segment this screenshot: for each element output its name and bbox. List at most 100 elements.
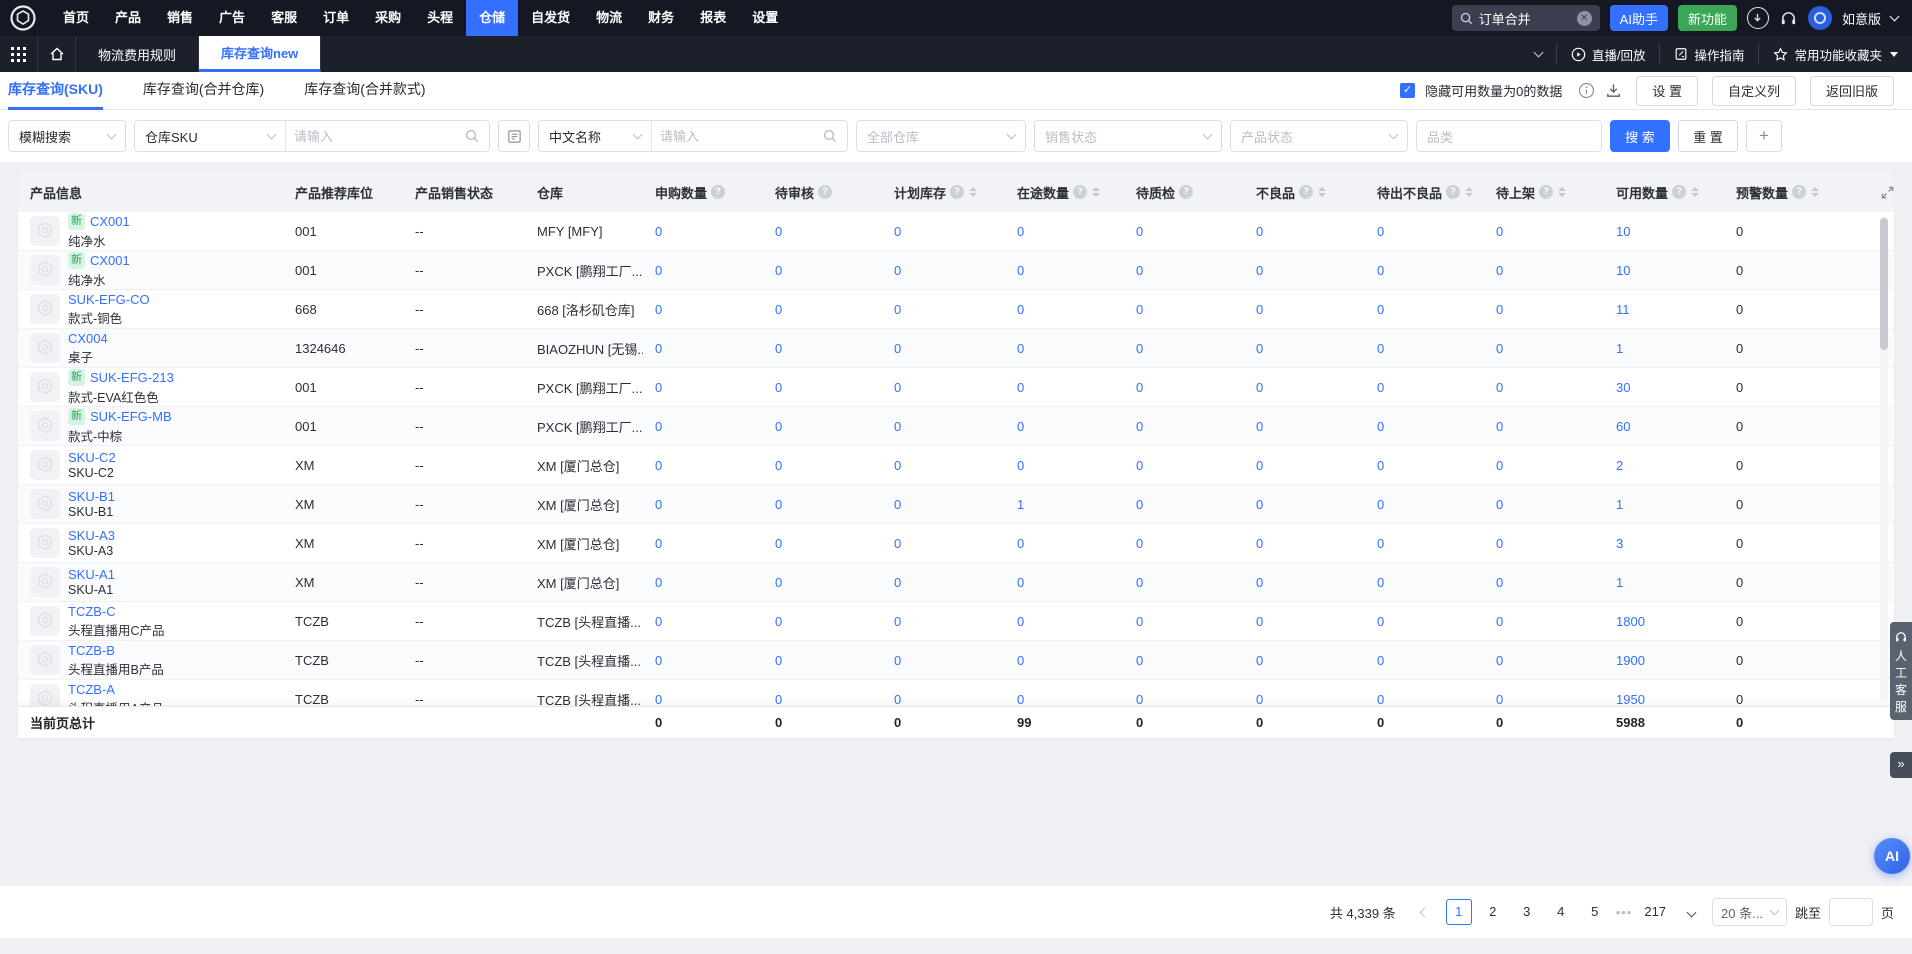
fuzzy-mode-select[interactable]: 模糊搜索 [8, 120, 126, 152]
quantity-link[interactable]: 0 [775, 536, 782, 551]
quantity-link[interactable]: 0 [1496, 458, 1503, 473]
quantity-link[interactable]: 0 [775, 302, 782, 317]
quantity-link[interactable]: 1 [1017, 497, 1024, 512]
quantity-link[interactable]: 0 [1136, 419, 1143, 434]
quantity-link[interactable]: 0 [1256, 302, 1263, 317]
quantity-link[interactable]: 0 [1017, 536, 1024, 551]
quantity-link[interactable]: 1 [1616, 497, 1623, 512]
quantity-link[interactable]: 1900 [1616, 653, 1645, 668]
quantity-link[interactable]: 0 [1136, 380, 1143, 395]
quantity-link[interactable]: 0 [894, 263, 901, 278]
quantity-link[interactable]: 30 [1616, 380, 1630, 395]
ai-assistant-button[interactable]: AI助手 [1610, 5, 1668, 31]
quantity-link[interactable]: 0 [1017, 341, 1024, 356]
quantity-link[interactable]: 0 [894, 575, 901, 590]
main-menu-item[interactable]: 销售 [154, 0, 206, 36]
page-number[interactable]: 4 [1548, 899, 1574, 925]
sku-link[interactable]: TCZB-B [68, 643, 115, 658]
name-search-input[interactable] [652, 129, 823, 144]
quantity-link[interactable]: 0 [775, 497, 782, 512]
quantity-link[interactable]: 0 [655, 692, 662, 707]
product-thumbnail[interactable] [30, 333, 60, 363]
column-header[interactable]: 预警数量? [1724, 183, 1868, 202]
quantity-link[interactable]: 0 [894, 302, 901, 317]
quantity-link[interactable]: 0 [1256, 224, 1263, 239]
quantity-link[interactable]: 0 [775, 575, 782, 590]
hide-zero-checkbox[interactable]: ✓ [1400, 83, 1415, 98]
quantity-link[interactable]: 0 [1017, 224, 1024, 239]
headset-icon[interactable] [1779, 9, 1798, 28]
quantity-link[interactable]: 0 [655, 497, 662, 512]
quantity-link[interactable]: 0 [894, 614, 901, 629]
page-number[interactable]: 3 [1514, 899, 1540, 925]
quantity-link[interactable]: 0 [1017, 419, 1024, 434]
sku-link[interactable]: SUK-EFG-MB [90, 409, 172, 424]
column-header[interactable]: 产品销售状态 [403, 183, 525, 202]
quantity-link[interactable]: 2 [1616, 458, 1623, 473]
quantity-link[interactable]: 0 [1256, 263, 1263, 278]
column-header[interactable]: 产品信息 [18, 183, 283, 202]
page-tab[interactable]: 物流费用规则 [76, 36, 199, 72]
help-icon[interactable]: ? [1672, 185, 1686, 199]
quantity-link[interactable]: 0 [775, 614, 782, 629]
quantity-link[interactable]: 0 [1256, 419, 1263, 434]
page-number[interactable]: 2 [1480, 899, 1506, 925]
search-button[interactable]: 搜 索 [1610, 120, 1670, 152]
quantity-link[interactable]: 0 [1496, 692, 1503, 707]
sort-icon[interactable] [1318, 187, 1326, 197]
column-header[interactable]: 待出不良品? [1365, 183, 1484, 202]
quantity-link[interactable]: 0 [1377, 575, 1384, 590]
product-thumbnail[interactable] [30, 411, 60, 441]
quantity-link[interactable]: 0 [1377, 341, 1384, 356]
quantity-link[interactable]: 0 [1017, 575, 1024, 590]
quantity-link[interactable]: 0 [1136, 302, 1143, 317]
quantity-link[interactable]: 0 [894, 419, 901, 434]
column-header[interactable]: 产品推荐库位 [283, 183, 403, 202]
quantity-link[interactable]: 0 [1377, 614, 1384, 629]
vertical-scrollbar[interactable] [1880, 216, 1888, 702]
quantity-link[interactable]: 0 [1496, 380, 1503, 395]
quantity-link[interactable]: 0 [1496, 302, 1503, 317]
name-field-select[interactable]: 中文名称 [539, 121, 651, 151]
home-icon[interactable] [38, 36, 76, 72]
product-thumbnail[interactable] [30, 567, 60, 597]
main-menu-item[interactable]: 头程 [414, 0, 466, 36]
global-search-input[interactable]: 订单合并 ✕ [1452, 5, 1600, 31]
product-thumbnail[interactable] [30, 684, 60, 706]
prev-page-button[interactable] [1412, 899, 1438, 925]
quantity-link[interactable]: 0 [775, 380, 782, 395]
reset-button[interactable]: 重 置 [1678, 120, 1738, 152]
scrollbar-thumb[interactable] [1880, 218, 1888, 350]
guide-link[interactable]: 操作指南 [1659, 44, 1758, 64]
quantity-link[interactable]: 0 [1496, 614, 1503, 629]
quantity-link[interactable]: 0 [1377, 497, 1384, 512]
quantity-link[interactable]: 0 [1496, 224, 1503, 239]
quantity-link[interactable]: 0 [1377, 224, 1384, 239]
quantity-link[interactable]: 0 [1136, 497, 1143, 512]
clear-search-icon[interactable]: ✕ [1577, 11, 1592, 26]
custom-columns-button[interactable]: 自定义列 [1712, 76, 1796, 106]
quantity-link[interactable]: 10 [1616, 224, 1630, 239]
help-icon[interactable]: ? [1073, 185, 1087, 199]
warehouse-select[interactable]: 全部仓库 [856, 120, 1026, 152]
page-size-select[interactable]: 20 条... [1712, 898, 1787, 926]
quantity-link[interactable]: 1950 [1616, 692, 1645, 707]
sort-icon[interactable] [1811, 187, 1819, 197]
quantity-link[interactable]: 1800 [1616, 614, 1645, 629]
column-header[interactable]: 待质检? [1124, 183, 1244, 202]
sort-icon[interactable] [969, 187, 977, 197]
quantity-link[interactable]: 0 [1017, 380, 1024, 395]
quantity-link[interactable]: 0 [1256, 458, 1263, 473]
quantity-link[interactable]: 10 [1616, 263, 1630, 278]
quantity-link[interactable]: 0 [894, 497, 901, 512]
user-avatar[interactable] [1808, 6, 1832, 30]
info-circle-icon[interactable] [1578, 82, 1595, 99]
column-header[interactable]: 待审核? [763, 183, 882, 202]
quantity-link[interactable]: 11 [1616, 302, 1630, 317]
sort-icon[interactable] [1092, 187, 1100, 197]
quantity-link[interactable]: 0 [1496, 419, 1503, 434]
favorites-link[interactable]: 常用功能收藏夹 [1758, 44, 1912, 64]
column-header[interactable]: 不良品? [1244, 183, 1365, 202]
sort-icon[interactable] [1465, 187, 1473, 197]
quantity-link[interactable]: 0 [894, 380, 901, 395]
